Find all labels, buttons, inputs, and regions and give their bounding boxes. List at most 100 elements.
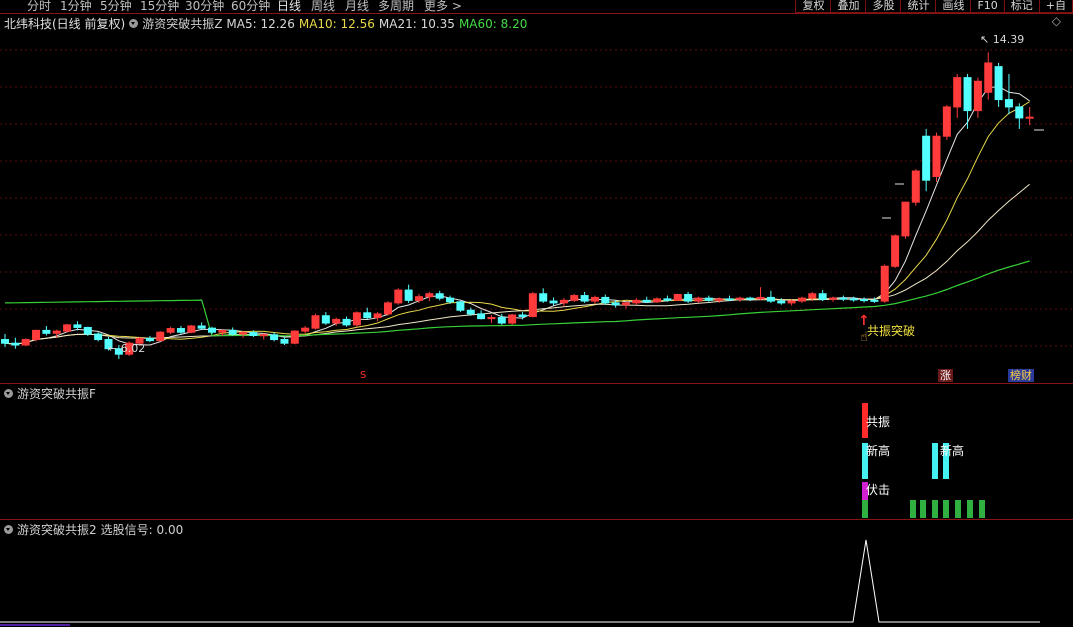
candle-body[interactable] [756,296,765,300]
candle-body[interactable] [466,309,475,315]
panel-2-menu-icon[interactable] [4,525,13,534]
candle-body[interactable] [953,77,962,108]
panel-f-title[interactable]: 游资突破共振F [17,385,96,402]
candle-body[interactable] [311,315,320,329]
candle-body[interactable] [446,297,455,303]
s-marker[interactable]: S [360,370,366,381]
candle-body[interactable] [477,313,486,320]
candle-body[interactable] [415,296,423,301]
candle-body[interactable] [787,300,796,304]
candle-body[interactable] [746,297,755,300]
candle-body[interactable] [777,300,786,304]
candle-body[interactable] [83,326,92,335]
candle-body[interactable] [94,333,103,341]
candle-body[interactable] [52,330,61,334]
candle-body[interactable] [290,330,299,344]
candle-body[interactable] [321,315,330,324]
candle-body[interactable] [166,328,175,333]
candle-body[interactable] [549,300,558,304]
candle-body[interactable] [622,302,630,306]
candle-body[interactable] [611,302,620,306]
panel-2-title[interactable]: 游资突破共振2 [17,521,97,538]
candle-body[interactable] [518,314,527,317]
zhang-badge[interactable]: 涨 [938,369,953,382]
candle-body[interactable] [239,332,248,335]
candle-body[interactable] [849,298,858,301]
candle-body[interactable] [487,317,496,320]
candle-body[interactable] [435,293,444,299]
candle-body[interactable] [249,332,258,337]
candle-body[interactable] [145,337,154,342]
panel-f-menu-icon[interactable] [4,389,13,398]
candle-body[interactable] [694,297,703,302]
candle-body[interactable] [528,293,537,317]
indicator-name[interactable]: 游资突破共振Z [142,15,222,32]
candle-body[interactable] [280,339,289,344]
candle-body[interactable] [404,289,413,301]
candle-body[interactable] [539,293,548,302]
candle-body[interactable] [73,324,82,328]
candle-body[interactable] [1025,116,1034,119]
candle-body[interactable] [21,339,30,346]
candle-body[interactable] [497,317,506,324]
candle-body[interactable] [11,342,20,346]
candle-body[interactable] [383,302,392,315]
candle-body[interactable] [984,62,993,93]
candle-body[interactable] [301,327,310,332]
candle-body[interactable] [963,77,972,112]
candle-body[interactable] [808,293,817,299]
candle-body[interactable] [559,299,568,304]
candle-body[interactable] [259,334,268,337]
candle-body[interactable] [839,297,848,300]
candle-body[interactable] [766,296,775,302]
candle-body[interactable] [684,293,693,302]
candle-body[interactable] [880,265,889,302]
candle-body[interactable] [156,331,165,342]
candle-body[interactable] [218,329,227,333]
candle-body[interactable] [42,329,51,334]
candle-body[interactable] [797,297,806,302]
candle-body[interactable] [456,301,465,311]
candle-body[interactable] [673,293,682,301]
candle-body[interactable] [901,201,910,237]
candle-body[interactable] [1004,99,1013,108]
candle-body[interactable] [663,298,672,301]
candle-body[interactable] [829,297,837,300]
candle-body[interactable] [197,325,206,329]
candle-body[interactable] [942,106,951,137]
candle-body[interactable] [735,297,744,300]
candle-body[interactable] [580,295,589,302]
candle-body[interactable] [870,299,879,302]
candle-body[interactable] [973,80,982,112]
candle-body[interactable] [394,289,403,304]
caibao-badge[interactable]: 榜财 [1008,369,1034,382]
candle-body[interactable] [704,297,713,301]
candle-body[interactable] [373,313,382,319]
candle-body[interactable] [725,298,734,301]
panel-expand-icon[interactable]: ◇ [1052,14,1061,28]
candle-body[interactable] [363,312,372,319]
candle-body[interactable] [891,235,900,267]
candle-body[interactable] [1015,106,1024,119]
candle-body[interactable] [508,314,517,324]
candle-body[interactable] [425,293,434,298]
candle-body[interactable] [632,299,641,304]
candle-body[interactable] [911,170,920,203]
candle-body[interactable] [63,324,72,332]
candlesticks[interactable] [1,52,1034,359]
candle-body[interactable] [570,295,579,301]
candle-body[interactable] [590,296,599,302]
candle-body[interactable] [860,299,869,302]
candle-body[interactable] [994,66,1003,101]
candle-body[interactable] [208,327,216,333]
stock-title[interactable]: 北纬科技(日线 前复权) [4,15,125,32]
candle-body[interactable] [715,298,724,301]
candle-body[interactable] [342,318,351,326]
candle-body[interactable] [228,329,237,335]
candle-body[interactable] [352,312,361,326]
indicator-menu-icon[interactable] [129,19,139,28]
candle-body[interactable] [32,329,41,341]
candle-body[interactable] [1,339,9,344]
candle-body[interactable] [270,334,279,341]
candle-body[interactable] [642,299,651,303]
